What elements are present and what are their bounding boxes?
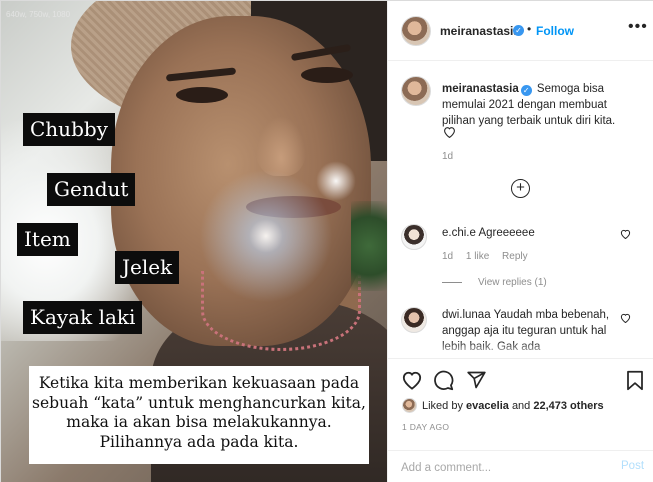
commenter-avatar[interactable]	[401, 224, 427, 250]
comment-body: Agreeeeee	[478, 227, 535, 239]
quote-line: Pilihannya ada pada kita.	[99, 432, 299, 451]
post-timestamp[interactable]: 1 DAY AGO	[402, 422, 449, 432]
author-avatar[interactable]	[401, 16, 431, 46]
post-comment-button[interactable]: Post	[621, 460, 644, 472]
liker-username[interactable]: evacelia	[466, 400, 509, 412]
verified-badge-icon: ✓	[520, 85, 532, 96]
instagram-post: 640w, 750w, 1080 Chubby Gendut Item Jele…	[0, 0, 653, 482]
comment-reply-button[interactable]: Reply	[502, 251, 528, 262]
quote-line: maka ia akan bisa melakukannya.	[66, 413, 332, 431]
caption-username[interactable]: meiranastasia	[442, 83, 519, 95]
commenter-username[interactable]: e.chi.e	[442, 227, 476, 239]
scroll-fade	[388, 342, 653, 358]
caption-heart-icon[interactable]	[443, 126, 456, 138]
left-eye	[176, 87, 228, 103]
verified-badge-icon: ✓	[513, 25, 524, 36]
post-header: meiranastasia ✓ • Follow •••	[388, 1, 653, 61]
follow-button[interactable]: Follow	[536, 24, 574, 38]
share-icon[interactable]	[466, 370, 487, 390]
bookmark-icon[interactable]	[626, 370, 644, 391]
likes-text: Liked by evacelia and 22,473 others	[422, 400, 604, 412]
caption-text: meiranastasia ✓ Semoga bisa memulai 2021 …	[442, 81, 642, 129]
photo-label-item: Item	[17, 223, 78, 256]
commenter-avatar[interactable]	[401, 307, 427, 333]
post-sidebar: meiranastasia ✓ • Follow ••• meiranastas…	[387, 1, 653, 482]
comment-heart-icon[interactable]	[620, 313, 631, 323]
quote-box: Ketika kita memberikan kekuasaan pada se…	[29, 366, 369, 464]
caption-age: 1d	[442, 151, 454, 162]
post-image[interactable]: 640w, 750w, 1080 Chubby Gendut Item Jele…	[1, 1, 387, 482]
view-replies-label[interactable]: View replies (1)	[478, 277, 547, 288]
comment-likes[interactable]: 1 like	[466, 251, 489, 262]
photo-label-kayak-laki: Kayak laki	[23, 301, 143, 334]
likes-middle: and	[511, 400, 531, 412]
author-username[interactable]: meiranastasia	[440, 24, 520, 38]
quote-line: sebuah “kata” untuk menghancurkan kita,	[32, 393, 366, 412]
replies-divider	[442, 281, 462, 283]
right-eye	[301, 67, 353, 83]
separator-dot: •	[527, 22, 532, 36]
comment-heart-icon[interactable]	[620, 229, 631, 239]
quote-line: Ketika kita memberikan kekuasaan pada	[38, 374, 360, 392]
leaves	[351, 201, 387, 291]
photo-label-gendut: Gendut	[47, 173, 136, 206]
lens-flare-small	[316, 161, 356, 201]
comments-scroll-area[interactable]: meiranastasia ✓ Semoga bisa memulai 2021 …	[388, 62, 653, 358]
likes-prefix: Liked by	[422, 400, 463, 412]
comment-icon[interactable]	[433, 370, 454, 391]
image-resolution-text: 640w, 750w, 1080	[6, 10, 71, 19]
photo-label-chubby: Chubby	[23, 113, 115, 146]
like-heart-icon[interactable]	[401, 370, 423, 390]
comment-text: e.chi.e Agreeeeee	[442, 227, 535, 239]
liker-avatar[interactable]	[402, 398, 417, 413]
photo-label-jelek: Jelek	[115, 251, 180, 284]
post-actions: Liked by evacelia and 22,473 others 1 DA…	[388, 358, 653, 450]
more-options-icon[interactable]: •••	[628, 18, 648, 36]
add-comment-bar: Post	[388, 450, 653, 482]
comment-meta: 1d 1 like Reply	[442, 251, 538, 262]
likes-count[interactable]: 22,473 others	[533, 400, 603, 412]
commenter-username[interactable]: dwi.lunaa	[442, 309, 491, 321]
add-comment-input[interactable]	[401, 458, 611, 478]
load-more-comments-plus-circle-icon[interactable]: +	[511, 179, 530, 198]
comment-age: 1d	[442, 251, 454, 262]
caption-avatar[interactable]	[401, 76, 431, 106]
view-replies-button[interactable]: View replies (1)	[442, 277, 547, 288]
